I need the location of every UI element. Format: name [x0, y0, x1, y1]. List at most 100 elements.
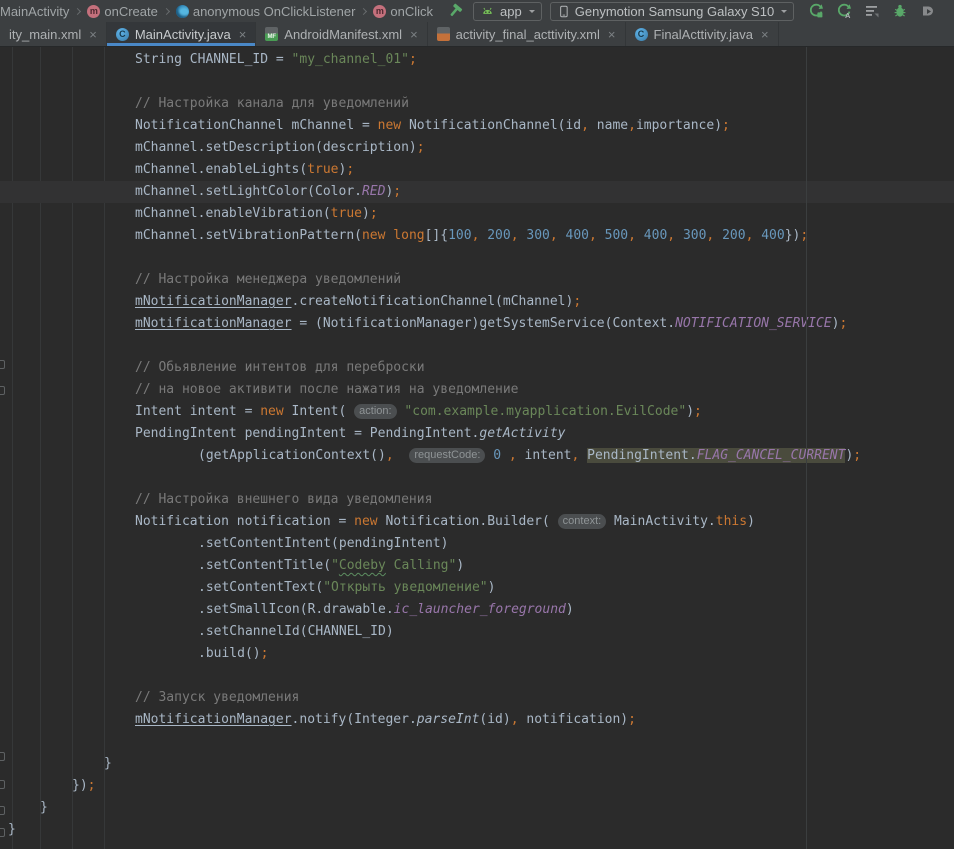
- fold-marker-icon[interactable]: [0, 780, 5, 789]
- code-token: PendingIntent.: [587, 448, 697, 463]
- code-line[interactable]: [0, 247, 954, 269]
- code-line[interactable]: [0, 71, 954, 93]
- code-token: 400: [566, 228, 589, 243]
- code-token: ;: [694, 404, 702, 419]
- code-line[interactable]: String CHANNEL_ID = "my_channel_01";: [0, 49, 954, 71]
- code-token: new: [362, 228, 385, 243]
- code-line-caret[interactable]: mChannel.setLightColor(Color.RED);: [0, 181, 954, 203]
- code-token: }: [40, 800, 48, 815]
- code-token: ,: [628, 228, 636, 243]
- tab-activity_final_acttivity.xml[interactable]: activity_final_acttivity.xml×: [428, 22, 626, 46]
- tab-ity_main.xml[interactable]: ity_main.xml×: [0, 22, 107, 46]
- code-token: .setContentTitle(: [198, 558, 331, 573]
- breadcrumb-item[interactable]: monClick: [373, 4, 433, 19]
- code-token: ;: [417, 140, 425, 155]
- breadcrumb-item[interactable]: MainActivity: [0, 4, 69, 19]
- code-token: MainActivity.: [606, 514, 716, 529]
- code-token: [714, 228, 722, 243]
- tab-MainActivity.java[interactable]: CMainActivity.java×: [107, 22, 256, 46]
- parameter-hint: context:: [558, 514, 607, 529]
- code-token: "Открыть уведомление": [323, 580, 487, 595]
- code-token: }): [785, 228, 801, 243]
- fold-marker-icon[interactable]: [0, 752, 5, 761]
- fold-marker-icon[interactable]: [0, 828, 5, 837]
- code-line[interactable]: PendingIntent pendingIntent = PendingInt…: [0, 423, 954, 445]
- apply-code-changes-icon[interactable]: A: [836, 3, 852, 19]
- code-line[interactable]: .setSmallIcon(R.drawable.ic_launcher_for…: [0, 599, 954, 621]
- code-line[interactable]: mNotificationManager.notify(Integer.pars…: [0, 709, 954, 731]
- code-token: .createNotificationChannel(mChannel): [292, 294, 574, 309]
- tab-AndroidManifest.xml[interactable]: MFAndroidManifest.xml×: [256, 22, 427, 46]
- breadcrumb-separator-icon: [74, 7, 81, 14]
- breadcrumb-item[interactable]: anonymous OnClickListener: [176, 4, 356, 19]
- code-line[interactable]: .setContentTitle("Codeby Calling"): [0, 555, 954, 577]
- fold-marker-icon[interactable]: [0, 386, 5, 395]
- code-line[interactable]: [0, 467, 954, 489]
- code-token: // Обьявление интентов для переброски: [135, 360, 425, 375]
- code-token: ): [747, 514, 755, 529]
- code-token: .setSmallIcon(R.drawable.: [198, 602, 394, 617]
- code-line[interactable]: .setContentText("Открыть уведомление"): [0, 577, 954, 599]
- code-line[interactable]: // Обьявление интентов для переброски: [0, 357, 954, 379]
- code-line[interactable]: // Настройка канала для уведомлений: [0, 93, 954, 115]
- code-token: // Запуск уведомления: [135, 690, 299, 705]
- code-line[interactable]: .setContentIntent(pendingIntent): [0, 533, 954, 555]
- debug-icon[interactable]: [892, 3, 908, 19]
- code-token: 400: [644, 228, 667, 243]
- code-line[interactable]: mChannel.enableLights(true);: [0, 159, 954, 181]
- code-line[interactable]: }: [0, 819, 954, 841]
- close-tab-icon[interactable]: ×: [608, 27, 616, 42]
- breadcrumb-item[interactable]: monCreate: [87, 4, 157, 19]
- run-config-select[interactable]: app: [473, 2, 542, 21]
- code-line[interactable]: [0, 335, 954, 357]
- code-line[interactable]: [0, 731, 954, 753]
- code-line[interactable]: }: [0, 797, 954, 819]
- code-area[interactable]: String CHANNEL_ID = "my_channel_01"; // Н…: [0, 47, 954, 841]
- code-line[interactable]: .build();: [0, 643, 954, 665]
- code-token: ;: [839, 316, 847, 331]
- code-token: ;: [261, 646, 269, 661]
- code-line[interactable]: // на новое активити после нажатия на ув…: [0, 379, 954, 401]
- code-token: [558, 228, 566, 243]
- fold-marker-icon[interactable]: [0, 806, 5, 815]
- code-line[interactable]: mNotificationManager.createNotificationC…: [0, 291, 954, 313]
- code-line[interactable]: mNotificationManager = (NotificationMana…: [0, 313, 954, 335]
- editor[interactable]: String CHANNEL_ID = "my_channel_01"; // Н…: [0, 47, 954, 849]
- apply-changes-restart-icon[interactable]: [808, 3, 824, 19]
- device-select[interactable]: Genymotion Samsung Galaxy S10: [550, 2, 794, 21]
- profiler-icon[interactable]: [864, 3, 880, 19]
- device-label: Genymotion Samsung Galaxy S10: [575, 4, 774, 19]
- code-line[interactable]: // Запуск уведомления: [0, 687, 954, 709]
- code-line[interactable]: mChannel.enableVibration(true);: [0, 203, 954, 225]
- code-line[interactable]: (getApplicationContext(), requestCode: 0…: [0, 445, 954, 467]
- code-token: "com.example.myapplication.EvilCode": [404, 404, 686, 419]
- close-tab-icon[interactable]: ×: [239, 27, 247, 42]
- code-line[interactable]: NotificationChannel mChannel = new Notif…: [0, 115, 954, 137]
- close-tab-icon[interactable]: ×: [89, 27, 97, 42]
- code-token: ;: [800, 228, 808, 243]
- code-token: Intent(: [284, 404, 354, 419]
- code-token: Codeby: [339, 558, 386, 573]
- code-token: ": [331, 558, 339, 573]
- fold-marker-icon[interactable]: [0, 360, 5, 369]
- code-line[interactable]: .setChannelId(CHANNEL_ID): [0, 621, 954, 643]
- method-icon: m: [373, 5, 386, 18]
- code-line[interactable]: [0, 665, 954, 687]
- tab-FinalActtivity.java[interactable]: CFinalActtivity.java×: [626, 22, 779, 46]
- code-token: parseInt: [417, 712, 480, 727]
- code-line[interactable]: mChannel.setVibrationPattern(new long[]{…: [0, 225, 954, 247]
- code-line[interactable]: }: [0, 753, 954, 775]
- code-line[interactable]: // Настройка менеджера уведомлений: [0, 269, 954, 291]
- code-line[interactable]: mChannel.setDescription(description);: [0, 137, 954, 159]
- close-tab-icon[interactable]: ×: [761, 27, 769, 42]
- code-token: this: [716, 514, 747, 529]
- code-token: ;: [346, 162, 354, 177]
- attach-debugger-icon[interactable]: [920, 3, 936, 19]
- code-token: PendingIntent pendingIntent = PendingInt…: [135, 426, 479, 441]
- code-line[interactable]: // Настройка внешнего вида уведомления: [0, 489, 954, 511]
- close-tab-icon[interactable]: ×: [410, 27, 418, 42]
- code-line[interactable]: Intent intent = new Intent( action: "com…: [0, 401, 954, 423]
- build-hammer-icon[interactable]: [447, 3, 463, 19]
- code-line[interactable]: Notification notification = new Notifica…: [0, 511, 954, 533]
- code-line[interactable]: });: [0, 775, 954, 797]
